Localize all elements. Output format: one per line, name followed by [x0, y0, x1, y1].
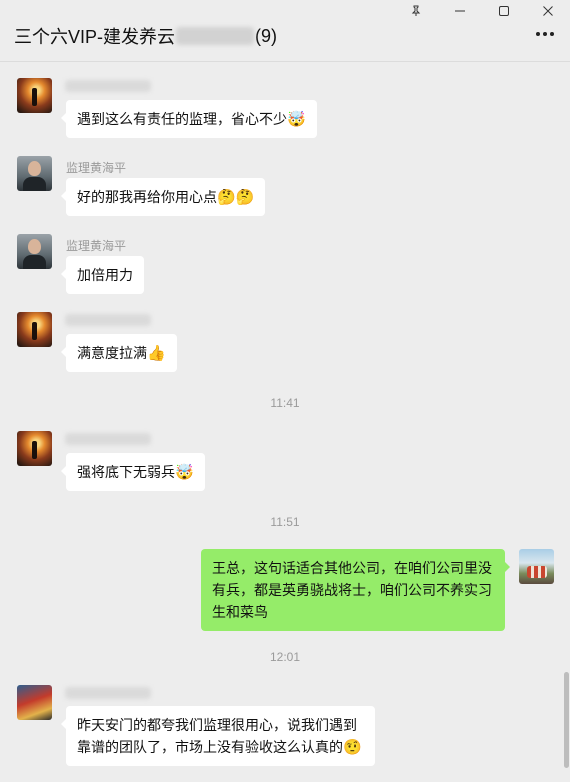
own-avatar[interactable]	[519, 549, 554, 584]
message-text: 强将底下无弱兵	[77, 464, 175, 480]
emoji-icon: 🤔🤔	[217, 188, 255, 206]
message-list[interactable]: 遇到这么有责任的监理，省心不少🤯 监理黄海平 好的那我再给你用心点🤔🤔 监理黄海…	[0, 63, 570, 782]
message-text: 遇到这么有责任的监理，省心不少	[77, 111, 287, 127]
message-bubble[interactable]: 遇到这么有责任的监理，省心不少🤯	[61, 100, 317, 138]
minimize-icon[interactable]	[438, 0, 482, 22]
member-count: (9)	[255, 25, 278, 46]
maximize-icon[interactable]	[482, 0, 526, 22]
message-text-line-2: 靠谱的团队了，市场上没有验收这么认真的	[77, 739, 343, 755]
sender-avatar[interactable]	[17, 234, 52, 269]
timestamp: 11:51	[270, 515, 300, 529]
sender-avatar[interactable]	[17, 431, 52, 466]
message-text: 王总，这句话适合其他公司，在咱们公司里没有兵，都是英勇骁战将士，咱们公司不养实习…	[212, 560, 492, 620]
emoji-icon: 🤨	[343, 738, 362, 756]
timestamp: 12:01	[269, 650, 301, 664]
redacted-sender-name	[65, 80, 151, 92]
message-text: 满意度拉满	[77, 345, 147, 361]
timestamp: 11:41	[270, 396, 300, 410]
message-bubble[interactable]: 加倍用力	[61, 256, 144, 294]
sender-name: 监理黄海平	[66, 239, 127, 253]
message-bubble[interactable]: 昨天安门的都夸我们监理很用心，说我们遇到 靠谱的团队了，市场上没有验收这么认真的…	[61, 706, 375, 766]
pin-icon[interactable]	[394, 0, 438, 22]
scrollbar[interactable]	[564, 672, 569, 768]
chat-title-text: 三个六VIP-建发养云	[14, 27, 176, 47]
close-icon[interactable]	[526, 0, 570, 22]
message-text: 好的那我再给你用心点	[77, 189, 217, 205]
redacted-sender-name	[65, 433, 151, 445]
sender-name: 监理黄海平	[66, 161, 127, 175]
message-text: 加倍用力	[77, 267, 133, 283]
own-message-bubble[interactable]: 王总，这句话适合其他公司，在咱们公司里没有兵，都是英勇骁战将士，咱们公司不养实习…	[201, 549, 510, 631]
message-bubble[interactable]: 强将底下无弱兵🤯	[61, 453, 205, 491]
chat-title-bar: 三个六VIP-建发养云 (9)	[0, 0, 570, 62]
thumbs-up-icon: 👍	[147, 344, 166, 362]
sender-avatar[interactable]	[17, 312, 52, 347]
more-options-icon[interactable]	[536, 32, 554, 36]
message-bubble[interactable]: 好的那我再给你用心点🤔🤔	[60, 178, 266, 216]
emoji-icon: 🤯	[175, 463, 194, 481]
redacted-sender-name	[65, 687, 151, 699]
redacted-title-part	[176, 27, 255, 45]
message-text-line-1: 昨天安门的都夸我们监理很用心，说我们遇到	[77, 717, 357, 733]
sender-avatar[interactable]	[17, 685, 52, 720]
emoji-icon: 🤯	[287, 110, 306, 128]
sender-avatar[interactable]	[17, 78, 52, 113]
chat-title: 三个六VIP-建发养云 (9)	[14, 23, 277, 49]
redacted-sender-name	[65, 314, 151, 326]
window-controls	[394, 0, 570, 22]
message-bubble[interactable]: 满意度拉满👍	[61, 334, 177, 372]
sender-avatar[interactable]	[17, 156, 52, 191]
